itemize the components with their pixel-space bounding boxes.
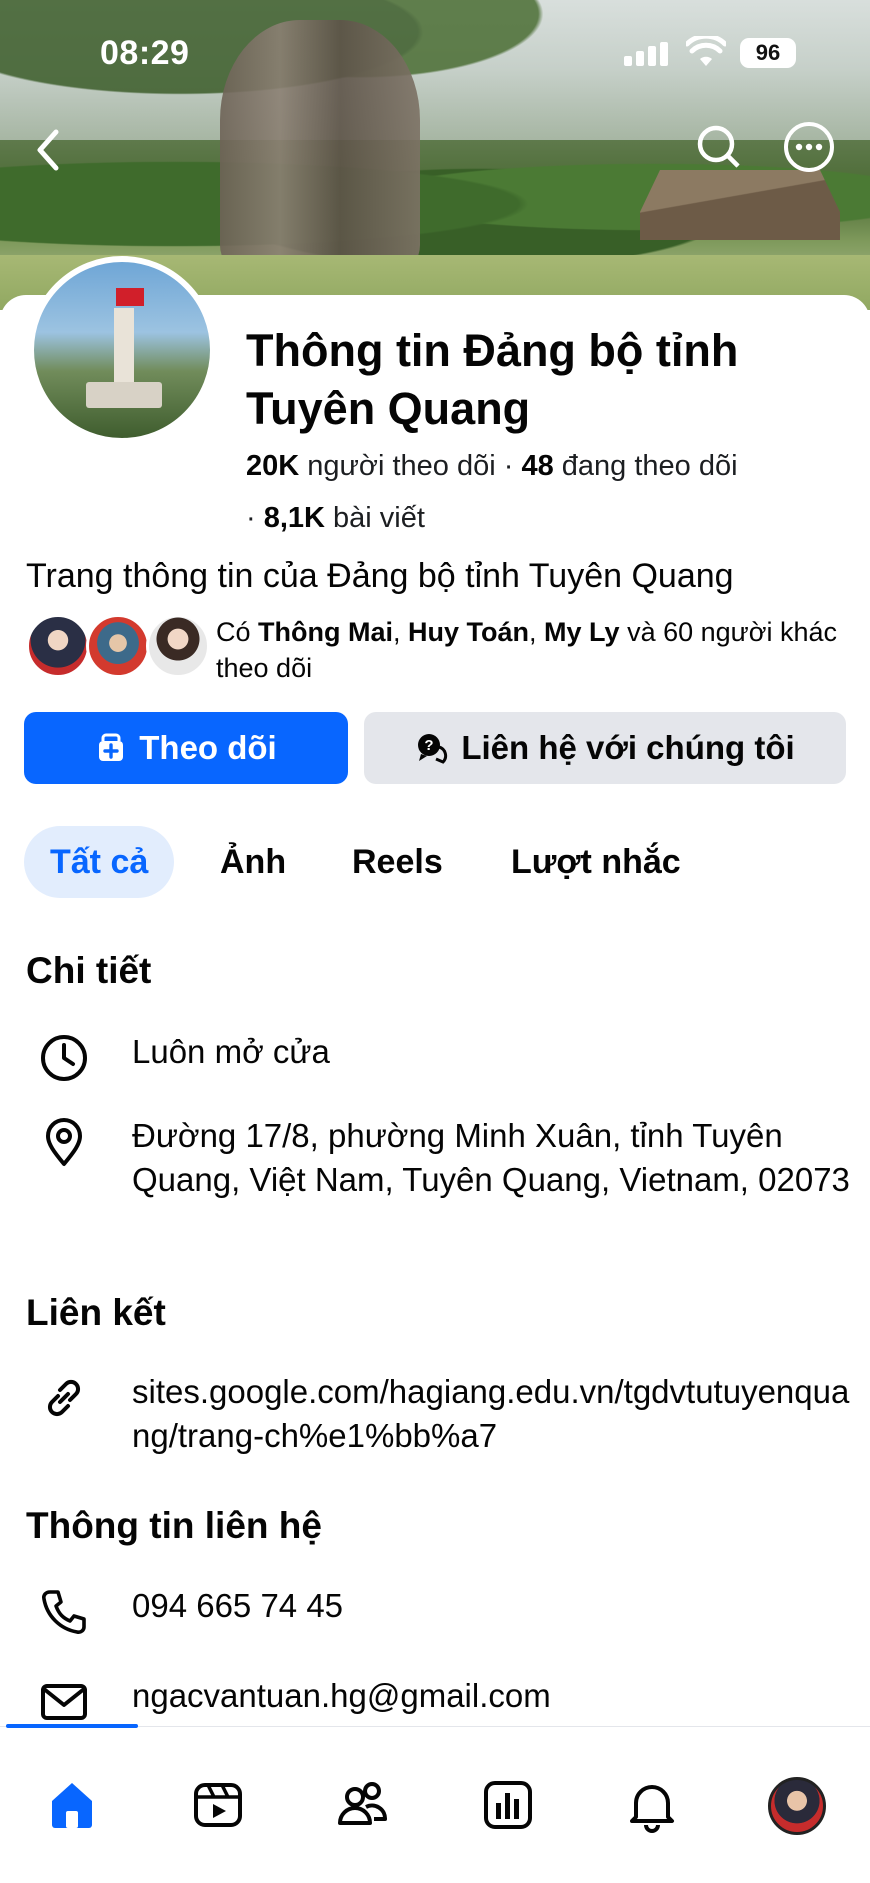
details-title: Chi tiết	[26, 950, 152, 991]
website-link[interactable]: sites.google.com/hagiang.edu.vn/tgdvtutu…	[132, 1370, 862, 1458]
links-title: Liên kết	[26, 1292, 166, 1333]
followers-count[interactable]: 20K	[246, 450, 299, 482]
page-avatar[interactable]	[28, 256, 216, 444]
friends-prefix: Có	[216, 617, 251, 647]
tab-all[interactable]: Tất cả	[24, 826, 175, 898]
page-stats: 20K người theo dõi · 48 đang theo dõi · …	[246, 450, 738, 534]
followers-label[interactable]: người theo dõi	[307, 450, 495, 482]
clock-icon	[41, 1035, 87, 1081]
friend-name: Thông Mai	[258, 617, 394, 647]
signal-icon	[624, 42, 672, 66]
wifi-icon	[686, 36, 726, 66]
chat-question-icon: ?	[418, 734, 448, 764]
contact-button-label: Liên hệ với chúng tôi	[461, 729, 795, 766]
friend-name: Huy Toán	[408, 617, 530, 647]
insights-icon[interactable]	[478, 1775, 538, 1835]
mail-icon	[41, 1684, 87, 1720]
address-text[interactable]: Đường 17/8, phường Minh Xuân, tỉnh Tuyên…	[132, 1114, 862, 1202]
friend-name: My Ly	[544, 617, 620, 647]
tab-photos[interactable]: Ảnh	[220, 826, 286, 898]
battery-indicator: 96	[740, 38, 796, 68]
phone-icon	[42, 1590, 86, 1634]
nav-active-indicator	[6, 1724, 138, 1728]
page-description: Trang thông tin của Đảng bộ tỉnh Tuyên Q…	[26, 557, 734, 595]
content-tabs: Tất cả Ảnh Reels Lượt nhắc	[24, 826, 854, 898]
following-count[interactable]: 48	[521, 450, 553, 482]
video-icon[interactable]	[188, 1775, 248, 1835]
bottom-nav	[0, 1726, 870, 1883]
friends-following[interactable]: Có Thông Mai, Huy Toán, My Ly và 60 ngườ…	[26, 614, 856, 684]
friend-avatar	[86, 614, 150, 678]
contact-info-title: Thông tin liên hệ	[26, 1505, 322, 1546]
follow-button-label: Theo dõi	[139, 729, 277, 766]
avatar-flag-tower	[114, 308, 134, 388]
bell-icon[interactable]	[622, 1775, 682, 1835]
avatar-tower-base	[86, 382, 162, 408]
following-label[interactable]: đang theo dõi	[562, 450, 738, 482]
follow-button[interactable]: Theo dõi	[24, 712, 348, 784]
follow-icon	[99, 733, 124, 761]
svg-text:?: ?	[425, 737, 434, 754]
profile-avatar[interactable]	[768, 1777, 826, 1835]
avatar-flag	[116, 288, 144, 306]
link-icon	[47, 1379, 81, 1417]
friends-following-text: Có Thông Mai, Huy Toán, My Ly và 60 ngườ…	[216, 617, 837, 683]
email-address[interactable]: ngacvantuan.hg@gmail.com	[132, 1674, 862, 1718]
phone-number[interactable]: 094 665 74 45	[132, 1584, 862, 1628]
location-pin-icon	[46, 1118, 82, 1166]
chevron-left-icon[interactable]	[28, 120, 68, 180]
home-icon[interactable]	[42, 1775, 102, 1835]
posts-count: 8,1K	[263, 502, 325, 534]
page-title: Thông tin Đảng bộ tỉnh Tuyên Quang	[246, 325, 739, 434]
hours-text: Luôn mở cửa	[132, 1033, 330, 1070]
status-time: 08:29	[100, 34, 190, 72]
cover-house	[640, 170, 840, 240]
friends-icon[interactable]	[332, 1775, 392, 1835]
friend-avatar	[26, 614, 90, 678]
more-icon[interactable]	[782, 120, 836, 174]
tab-reels[interactable]: Reels	[352, 826, 443, 898]
posts-label: bài viết	[333, 502, 425, 534]
friend-avatar	[146, 614, 210, 678]
tab-mentions[interactable]: Lượt nhắc	[511, 826, 681, 898]
status-bar: 08:29 96	[0, 28, 870, 78]
search-icon[interactable]	[692, 120, 746, 174]
contact-button[interactable]: ? Liên hệ với chúng tôi	[364, 712, 846, 784]
